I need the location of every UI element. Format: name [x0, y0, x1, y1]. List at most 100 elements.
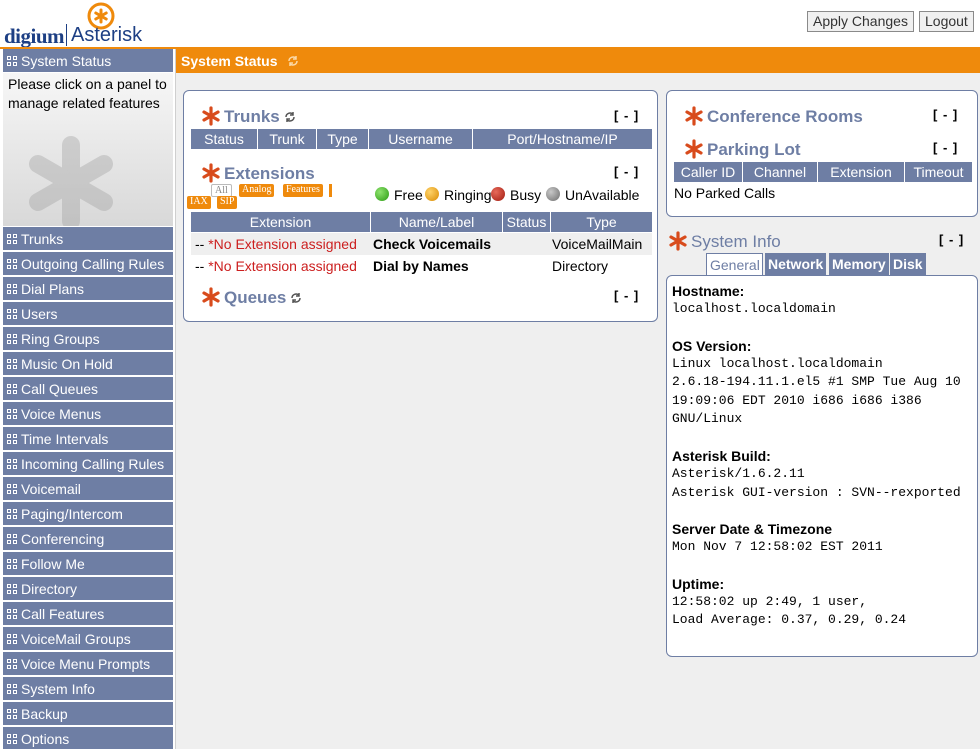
asterisk-build-label: Asterisk Build:	[672, 447, 771, 464]
sysinfo-tabs: General Network Memory Disk	[706, 253, 926, 276]
sidebar-item-voice-menu-prompts[interactable]: Voice Menu Prompts	[3, 652, 173, 676]
apply-changes-button[interactable]: Apply Changes	[807, 11, 914, 32]
ext-col-extension[interactable]: Extension	[191, 212, 371, 232]
sidebar-item-paging-intercom[interactable]: Paging/Intercom	[3, 502, 173, 526]
status-legend-busy: Busy	[491, 187, 541, 203]
grid-icon	[7, 309, 18, 320]
sidebar-item-label: Trunks	[21, 231, 64, 247]
sidebar-item-music-on-hold[interactable]: Music On Hold	[3, 352, 173, 376]
sidebar-item-call-features[interactable]: Call Features	[3, 602, 173, 626]
server-date-label: Server Date & Timezone	[672, 521, 833, 538]
digium-asterisk-logo: digium Asterisk	[4, 2, 154, 48]
queues-panel-title[interactable]: Queues	[201, 287, 302, 308]
tab-disk[interactable]: Disk	[890, 253, 926, 275]
grid-icon	[7, 284, 18, 295]
trunks-col-type[interactable]: Type	[317, 129, 369, 149]
trunks-col-trunk[interactable]: Trunk	[258, 129, 317, 149]
refresh-icon[interactable]	[287, 55, 299, 67]
tab-general[interactable]: General	[706, 253, 763, 276]
filter-tab-sip[interactable]: SIP	[217, 196, 238, 209]
sidebar-item-voicemail-groups[interactable]: VoiceMail Groups	[3, 627, 173, 651]
sidebar-help-panel: Please click on a panel to manage relate…	[3, 73, 173, 226]
orange-dot-icon	[425, 187, 439, 201]
green-dot-icon	[375, 187, 389, 201]
sidebar-item-call-queues[interactable]: Call Queues	[3, 377, 173, 401]
page-title: System Status	[181, 53, 278, 69]
sidebar-item-system-info[interactable]: System Info	[3, 677, 173, 701]
conference-collapse-button[interactable]: [ - ]	[933, 107, 958, 122]
filter-tab-features[interactable]: Features	[283, 184, 323, 197]
sidebar-item-outgoing-calling-rules[interactable]: Outgoing Calling Rules	[3, 252, 173, 276]
tab-memory[interactable]: Memory	[829, 253, 889, 275]
sidebar-item-label: Voice Menus	[21, 406, 102, 422]
sidebar-item-voicemail[interactable]: Voicemail	[3, 477, 173, 501]
sidebar-item-trunks[interactable]: Trunks	[3, 227, 173, 251]
logo-asterisk-text: Asterisk	[71, 24, 143, 46]
parking-panel-title[interactable]: Parking Lot	[684, 139, 801, 160]
hostname-label: Hostname:	[672, 283, 745, 299]
sysinfo-panel-title[interactable]: System Info	[668, 231, 781, 252]
os-version-line: 19:09:06 EDT 2010 i686 i686 i386	[672, 392, 922, 408]
trunks-col-host[interactable]: Port/Hostname/IP	[473, 129, 652, 149]
os-version-line: 2.6.18-194.11.1.el5 #1 SMP Tue Aug 10	[672, 374, 961, 390]
extensions-panel-title[interactable]: Extensions	[201, 163, 315, 184]
table-row[interactable]: -- *No Extension assigned Check Voicemai…	[191, 233, 652, 255]
parking-collapse-button[interactable]: [ - ]	[933, 140, 958, 155]
sidebar-item-backup[interactable]: Backup	[3, 702, 173, 726]
trunks-panel-title[interactable]: Trunks	[201, 106, 296, 127]
status-legend-unavailable: UnAvailable	[546, 187, 639, 203]
sidebar-item-follow-me[interactable]: Follow Me	[3, 552, 173, 576]
sidebar-item-label: Time Intervals	[21, 431, 109, 447]
grid-icon	[7, 234, 18, 245]
ext-col-status[interactable]: Status	[503, 212, 551, 232]
sidebar-item-ring-groups[interactable]: Ring Groups	[3, 327, 173, 351]
main-area: System Status Trunks [ - ] Status Trunk …	[175, 49, 980, 749]
parking-col-callerid[interactable]: Caller ID	[674, 162, 743, 182]
logout-button[interactable]: Logout	[919, 11, 974, 32]
sidebar-item-label: Music On Hold	[21, 356, 113, 372]
sidebar-item-system-status[interactable]: System Status	[3, 49, 173, 73]
uptime-label: Uptime:	[672, 575, 725, 592]
sidebar-item-options[interactable]: Options	[3, 727, 173, 749]
parking-col-timeout[interactable]: Timeout	[905, 162, 972, 182]
asterisk-build-line: Asterisk GUI-version : SVN--rexported	[672, 484, 961, 500]
queues-collapse-button[interactable]: [ - ]	[614, 288, 639, 303]
page-title-bar: System Status	[176, 49, 980, 73]
conference-title-text: Conference Rooms	[707, 107, 863, 126]
parking-col-extension[interactable]: Extension	[818, 162, 905, 182]
grid-icon	[7, 434, 18, 445]
status-right-panel: Conference Rooms [ - ] Parking Lot [ - ]…	[666, 90, 978, 217]
sidebar-item-label: Paging/Intercom	[21, 506, 123, 522]
sidebar-item-directory[interactable]: Directory	[3, 577, 173, 601]
grid-icon	[7, 559, 18, 570]
conference-panel-title[interactable]: Conference Rooms	[684, 106, 863, 127]
sidebar-item-label: System Info	[21, 681, 95, 697]
asterisk-star-icon	[669, 231, 687, 251]
sidebar-item-conferencing[interactable]: Conferencing	[3, 527, 173, 551]
ext-col-type[interactable]: Type	[551, 212, 652, 232]
sidebar-item-label: Conferencing	[21, 531, 105, 547]
table-row[interactable]: -- *No Extension assigned Dial by Names …	[191, 255, 652, 277]
uptime-line: Load Average: 0.37, 0.29, 0.24	[672, 612, 907, 628]
sidebar-item-voice-menus[interactable]: Voice Menus	[3, 402, 173, 426]
filter-tab-iax[interactable]: IAX	[187, 196, 211, 209]
extensions-collapse-button[interactable]: [ - ]	[614, 164, 639, 179]
sysinfo-collapse-button[interactable]: [ - ]	[939, 232, 964, 247]
ext-cell-status	[503, 255, 551, 277]
sysinfo-content: Hostname: localhost.localdomain OS Versi…	[672, 282, 974, 630]
ext-col-name[interactable]: Name/Label	[371, 212, 503, 232]
filter-tab-analog[interactable]: Analog	[239, 184, 275, 197]
trunks-collapse-button[interactable]: [ - ]	[614, 108, 639, 123]
tab-network[interactable]: Network	[765, 253, 827, 275]
sidebar-item-dial-plans[interactable]: Dial Plans	[3, 277, 173, 301]
refresh-icon[interactable]	[290, 292, 302, 304]
grid-icon	[7, 684, 18, 695]
refresh-icon[interactable]	[284, 111, 296, 123]
trunks-col-status[interactable]: Status	[191, 129, 258, 149]
sidebar-item-time-intervals[interactable]: Time Intervals	[3, 427, 173, 451]
parking-col-channel[interactable]: Channel	[743, 162, 818, 182]
sidebar-item-users[interactable]: Users	[3, 302, 173, 326]
trunks-col-username[interactable]: Username	[369, 129, 473, 149]
sidebar-item-incoming-calling-rules[interactable]: Incoming Calling Rules	[3, 452, 173, 476]
legend-unavailable-text: UnAvailable	[565, 187, 640, 203]
